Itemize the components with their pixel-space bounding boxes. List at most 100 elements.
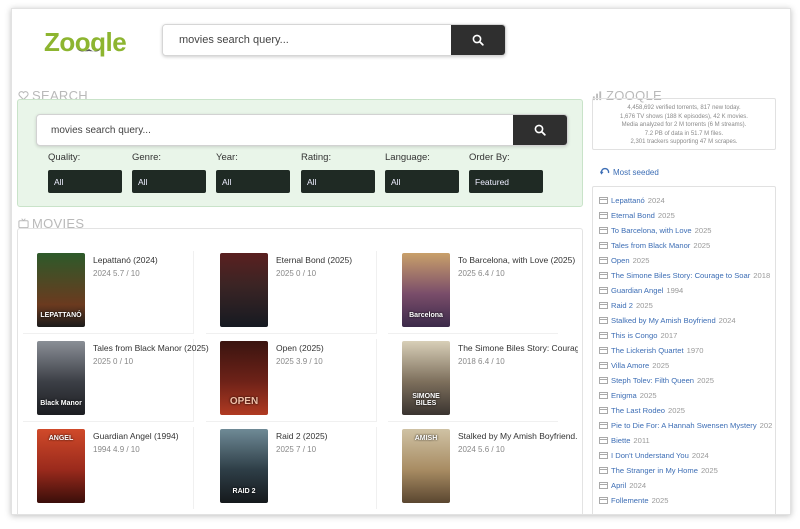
movie-card[interactable]: Black Manor Tales from Black Manor (2025… bbox=[23, 339, 209, 422]
list-item-title[interactable]: To Barcelona, with Love bbox=[611, 226, 692, 235]
movie-poster[interactable]: Black Manor bbox=[37, 341, 85, 415]
movie-title[interactable]: Eternal Bond (2025) bbox=[276, 255, 396, 265]
movie-card[interactable]: AMISH Stalked by My Amish Boyfriend... 2… bbox=[388, 427, 578, 509]
list-item-title[interactable]: Lepattanó bbox=[611, 196, 645, 205]
movie-card[interactable]: OPEN Open (2025) 2025 3.9 / 10 bbox=[206, 339, 377, 422]
poster-title: Black Manor bbox=[40, 400, 82, 407]
list-item[interactable]: To Barcelona, with Love 2025 bbox=[599, 226, 777, 235]
list-item[interactable]: I Don't Understand You 2024 bbox=[599, 451, 777, 460]
filter-label: Year: bbox=[216, 152, 238, 163]
movie-card[interactable]: RAID 2 Raid 2 (2025) 2025 7 / 10 bbox=[206, 427, 377, 509]
list-item[interactable]: Lepattanó 2024 bbox=[599, 196, 777, 205]
list-item[interactable]: Raid 2 2025 bbox=[599, 301, 777, 310]
list-item[interactable]: Biette 2011 bbox=[599, 436, 777, 445]
list-item-title[interactable]: Open bbox=[611, 256, 630, 265]
list-item[interactable]: The Simone Biles Story: Courage to Soar 2… bbox=[599, 271, 777, 280]
filter-label: Quality: bbox=[48, 152, 81, 163]
list-item[interactable]: The Last Rodeo 2025 bbox=[599, 406, 777, 415]
movie-title[interactable]: To Barcelona, with Love (2025) bbox=[458, 255, 578, 265]
list-item[interactable]: This is Congo 2017 bbox=[599, 331, 777, 340]
movie-card[interactable]: ANGEL Guardian Angel (1994) 1994 4.9 / 1… bbox=[23, 427, 194, 509]
list-item-title[interactable]: Guardian Angel bbox=[611, 286, 663, 295]
movie-poster[interactable]: ANGEL bbox=[37, 429, 85, 503]
list-item-title[interactable]: Stalked by My Amish Boyfriend bbox=[611, 316, 716, 325]
movie-title[interactable]: Tales from Black Manor (2025) bbox=[93, 343, 213, 353]
movie-card[interactable]: Barcelona To Barcelona, with Love (2025)… bbox=[388, 251, 575, 334]
movie-title[interactable]: Open (2025) bbox=[276, 343, 396, 353]
movie-card[interactable]: SIMONE BILES The Simone Biles Story: Cou… bbox=[388, 339, 578, 422]
filter-label: Language: bbox=[385, 152, 430, 163]
list-item-title[interactable]: April bbox=[611, 481, 626, 490]
list-item-year: 1970 bbox=[686, 346, 704, 355]
movie-card[interactable]: LEPATTANÓ Lepattanó (2024) 2024 5.7 / 10 bbox=[23, 251, 194, 334]
header-search-input[interactable] bbox=[163, 25, 459, 55]
poster-title: LEPATTANÓ bbox=[40, 312, 82, 319]
quality-select[interactable]: All bbox=[48, 170, 122, 193]
list-item-year: 2025 bbox=[693, 241, 711, 250]
list-item[interactable]: Eternal Bond 2025 bbox=[599, 211, 777, 220]
list-item-title[interactable]: Villa Amore bbox=[611, 361, 649, 370]
year-select[interactable]: All bbox=[216, 170, 290, 193]
list-item[interactable]: Villa Amore 2025 bbox=[599, 361, 777, 370]
list-item[interactable]: Guardian Angel 1994 bbox=[599, 286, 777, 295]
movie-title[interactable]: Guardian Angel (1994) bbox=[93, 431, 213, 441]
movie-poster[interactable]: LEPATTANÓ bbox=[37, 253, 85, 327]
most-seeded-label: Most seeded bbox=[613, 167, 659, 177]
list-item-title[interactable]: Biette bbox=[611, 436, 630, 445]
list-item-year: 202 bbox=[759, 421, 773, 430]
genre-select[interactable]: All bbox=[132, 170, 206, 193]
movie-poster[interactable]: SIMONE BILES bbox=[402, 341, 450, 415]
list-item-title[interactable]: I Don't Understand You bbox=[611, 451, 689, 460]
movie-title[interactable]: Raid 2 (2025) bbox=[276, 431, 396, 441]
stat-line: 1,676 TV shows (188 K episodes), 42 K mo… bbox=[620, 113, 748, 120]
list-item[interactable]: Follemente 2025 bbox=[599, 496, 777, 505]
list-item[interactable]: Pie to Die For: A Hannah Swensen Mystery… bbox=[599, 421, 777, 430]
movie-poster[interactable]: OPEN bbox=[220, 341, 268, 415]
rating-select[interactable]: All bbox=[301, 170, 375, 193]
poster-title: OPEN bbox=[229, 396, 259, 407]
list-item[interactable]: The Stranger in My Home 2025 bbox=[599, 466, 777, 475]
list-item-title[interactable]: Tales from Black Manor bbox=[611, 241, 690, 250]
list-item[interactable]: Enigma 2025 bbox=[599, 391, 777, 400]
list-item-title[interactable]: Steph Tolev: Filth Queen bbox=[611, 376, 694, 385]
movie-title[interactable]: Lepattanó (2024) bbox=[93, 255, 213, 265]
filter-rating: Rating: All bbox=[301, 152, 375, 193]
film-icon bbox=[599, 332, 608, 339]
list-item-year: 2025 bbox=[694, 226, 712, 235]
film-icon bbox=[599, 422, 608, 429]
order-by-select[interactable]: Featured bbox=[469, 170, 543, 193]
most-seeded-tab[interactable]: Most seeded bbox=[600, 167, 659, 177]
movie-poster[interactable]: Barcelona bbox=[402, 253, 450, 327]
list-item-year: 2025 bbox=[668, 406, 685, 415]
header-search-button[interactable] bbox=[451, 25, 505, 55]
list-item-title[interactable]: Raid 2 bbox=[611, 301, 633, 310]
list-item-title[interactable]: Follemente bbox=[611, 496, 649, 505]
film-icon bbox=[599, 497, 608, 504]
list-item[interactable]: Tales from Black Manor 2025 bbox=[599, 241, 777, 250]
list-item-title[interactable]: The Stranger in My Home bbox=[611, 466, 698, 475]
movie-poster[interactable]: RAID 2 bbox=[220, 429, 268, 503]
list-item-title[interactable]: The Simone Biles Story: Courage to Soar bbox=[611, 271, 750, 280]
movie-poster[interactable]: AMISH bbox=[402, 429, 450, 503]
list-item-title[interactable]: Enigma bbox=[611, 391, 637, 400]
movie-title[interactable]: The Simone Biles Story: Courag... bbox=[458, 343, 578, 353]
filter-year: Year: All bbox=[216, 152, 290, 193]
movies-search-button[interactable] bbox=[513, 115, 567, 145]
list-item[interactable]: April 2024 bbox=[599, 481, 777, 490]
list-item[interactable]: Steph Tolev: Filth Queen 2025 bbox=[599, 376, 777, 385]
list-item[interactable]: Open 2025 bbox=[599, 256, 777, 265]
list-item-title[interactable]: The Last Rodeo bbox=[611, 406, 665, 415]
list-item-title[interactable]: The Lickerish Quartet bbox=[611, 346, 684, 355]
language-select[interactable]: All bbox=[385, 170, 459, 193]
movie-card[interactable]: Eternal Bond (2025) 2025 0 / 10 bbox=[206, 251, 377, 334]
list-item-title[interactable]: This is Congo bbox=[611, 331, 657, 340]
movies-search-input[interactable] bbox=[37, 115, 491, 145]
list-item-title[interactable]: Pie to Die For: A Hannah Swensen Mystery bbox=[611, 421, 757, 430]
filter-label: Genre: bbox=[132, 152, 162, 163]
list-item[interactable]: The Lickerish Quartet 1970 bbox=[599, 346, 777, 355]
filter-language: Language: All bbox=[385, 152, 459, 193]
list-item-title[interactable]: Eternal Bond bbox=[611, 211, 655, 220]
list-item[interactable]: Stalked by My Amish Boyfriend 2024 bbox=[599, 316, 777, 325]
movie-poster[interactable] bbox=[220, 253, 268, 327]
movie-title[interactable]: Stalked by My Amish Boyfriend... bbox=[458, 431, 578, 441]
